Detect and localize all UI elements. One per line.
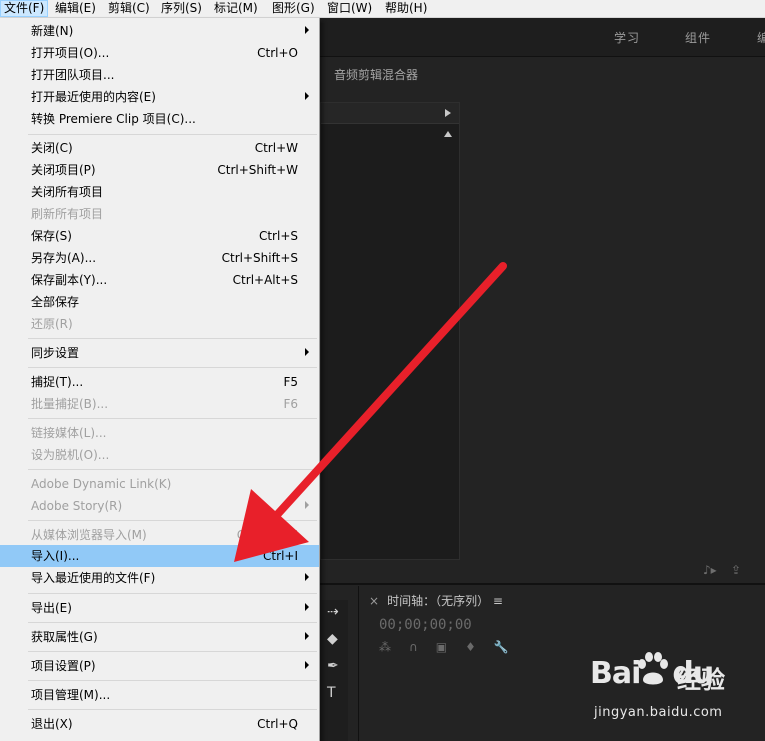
jingyan-text: 经验 [677, 666, 725, 694]
red-pointer-arrow [234, 262, 507, 562]
watermark-url: jingyan.baidu.com [594, 705, 723, 720]
red-arrow-shaft [262, 262, 507, 531]
baidu-jingyan-watermark: Bai du 经验 jingyan.baidu.com [585, 650, 765, 741]
red-arrow-head [234, 489, 309, 562]
